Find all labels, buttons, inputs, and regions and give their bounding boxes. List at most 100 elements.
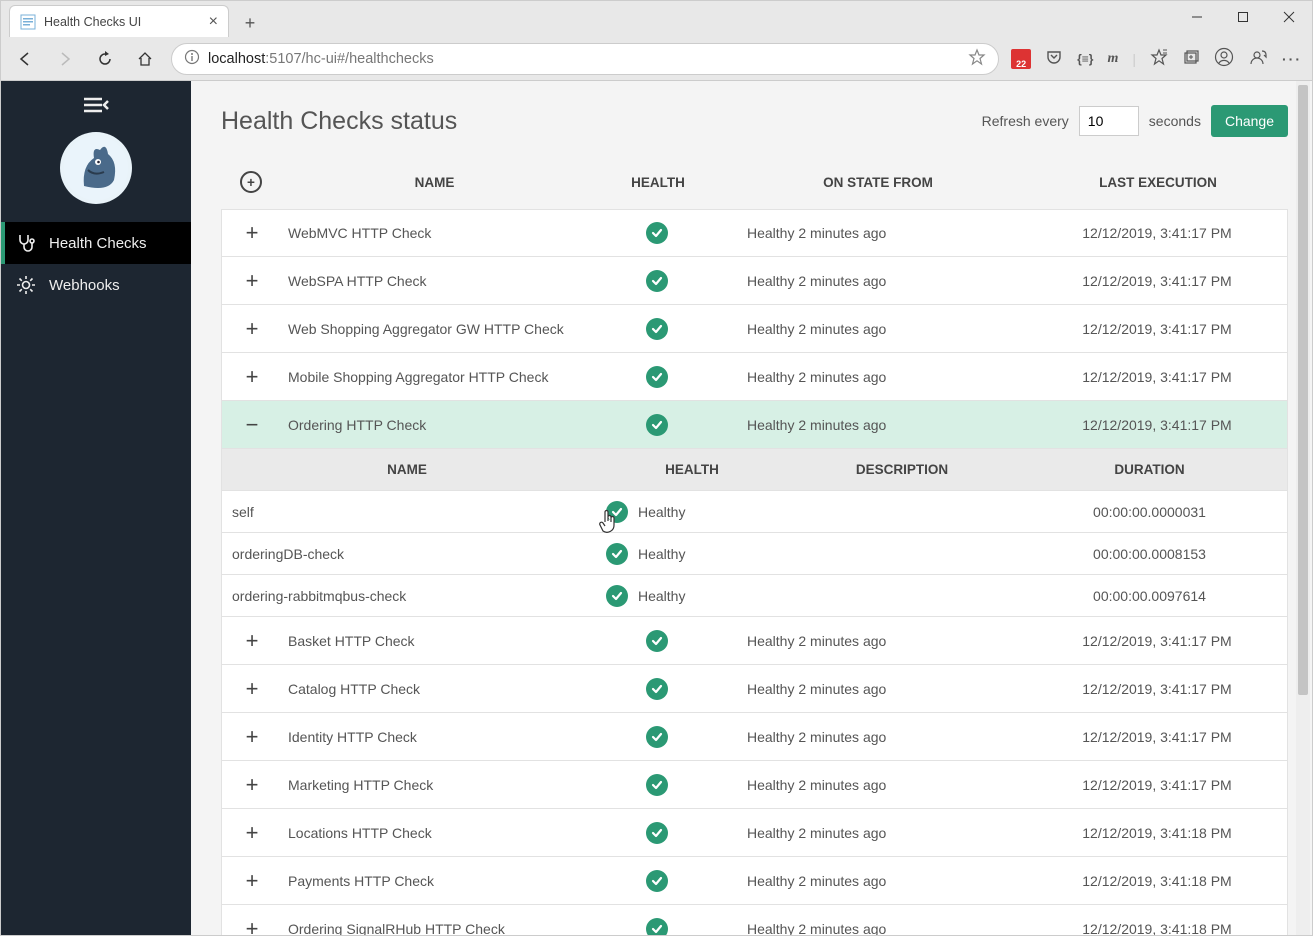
dth-name: NAME: [222, 462, 592, 477]
window-maximize-icon[interactable]: [1220, 1, 1266, 33]
feedback-icon[interactable]: [1248, 47, 1268, 70]
row-last-exec: 12/12/2019, 3:41:17 PM: [1027, 225, 1287, 241]
table-row[interactable]: −Ordering HTTP CheckHealthy 2 minutes ag…: [221, 401, 1288, 449]
health-check-icon: [606, 585, 628, 607]
row-state: Healthy 2 minutes ago: [727, 369, 1027, 385]
table-row[interactable]: +Identity HTTP CheckHealthy 2 minutes ag…: [221, 713, 1288, 761]
detail-duration: 00:00:00.0097614: [1012, 588, 1287, 604]
expand-icon[interactable]: +: [239, 628, 265, 654]
scrollbar[interactable]: [1296, 81, 1310, 935]
sidebar-item-label: Webhooks: [49, 277, 120, 294]
sidebar-item-health-checks[interactable]: Health Checks: [1, 222, 191, 264]
site-info-icon[interactable]: [184, 49, 200, 69]
health-check-icon: [646, 630, 668, 652]
row-state: Healthy 2 minutes ago: [727, 777, 1027, 793]
expand-icon[interactable]: +: [239, 772, 265, 798]
expand-icon[interactable]: +: [239, 268, 265, 294]
avatar: [1, 124, 191, 222]
health-check-icon: [646, 270, 668, 292]
pocket-icon[interactable]: [1045, 48, 1063, 69]
page-title: Health Checks status: [221, 107, 457, 136]
change-button[interactable]: Change: [1211, 105, 1288, 137]
expand-icon[interactable]: +: [239, 820, 265, 846]
expand-icon[interactable]: +: [239, 676, 265, 702]
table-row[interactable]: + Web Shopping Aggregator GW HTTP Check He…: [221, 305, 1288, 353]
table-row[interactable]: + Mobile Shopping Aggregator HTTP Check He…: [221, 353, 1288, 401]
row-last-exec: 12/12/2019, 3:41:18 PM: [1027, 873, 1287, 889]
th-last: LAST EXECUTION: [1028, 175, 1288, 190]
window-minimize-icon[interactable]: [1174, 1, 1220, 33]
table-row[interactable]: +Basket HTTP CheckHealthy 2 minutes ago1…: [221, 617, 1288, 665]
url-text: localhost:5107/hc-ui#/healthchecks: [208, 51, 434, 67]
expand-icon[interactable]: +: [239, 220, 265, 246]
app-viewport: Health Checks Webhooks Health Checks sta…: [1, 81, 1312, 935]
calendar-icon[interactable]: [1011, 49, 1031, 69]
favorites-icon[interactable]: [1150, 48, 1168, 69]
bookmark-star-icon[interactable]: [968, 48, 986, 70]
expand-icon[interactable]: +: [239, 868, 265, 894]
table-row[interactable]: +Ordering SignalRHub HTTP CheckHealthy 2…: [221, 905, 1288, 935]
table-row[interactable]: + WebMVC HTTP Check Healthy 2 minutes ago1…: [221, 209, 1288, 257]
health-check-icon: [646, 822, 668, 844]
row-state: Healthy 2 minutes ago: [727, 417, 1027, 433]
row-state: Healthy 2 minutes ago: [727, 273, 1027, 289]
nav-back-icon[interactable]: [11, 45, 39, 73]
row-name: WebMVC HTTP Check: [282, 225, 587, 241]
row-last-exec: 12/12/2019, 3:41:17 PM: [1027, 417, 1287, 433]
browser-tab[interactable]: Health Checks UI ×: [9, 5, 229, 37]
sidebar-item-webhooks[interactable]: Webhooks: [1, 264, 191, 306]
expand-icon[interactable]: +: [239, 364, 265, 390]
page-header: Health Checks status Refresh every secon…: [221, 105, 1288, 137]
row-last-exec: 12/12/2019, 3:41:17 PM: [1027, 777, 1287, 793]
row-name: Mobile Shopping Aggregator HTTP Check: [282, 369, 587, 385]
browser-titlebar: Health Checks UI × +: [1, 1, 1312, 37]
row-state: Healthy 2 minutes ago: [727, 681, 1027, 697]
th-health: HEALTH: [588, 175, 728, 190]
scrollbar-thumb[interactable]: [1298, 85, 1308, 695]
nav-home-icon[interactable]: [131, 45, 159, 73]
row-state: Healthy 2 minutes ago: [727, 321, 1027, 337]
table-row[interactable]: +WebSPA HTTP CheckHealthy 2 minutes ago1…: [221, 257, 1288, 305]
menu-toggle-icon[interactable]: [82, 95, 110, 118]
window-close-icon[interactable]: [1266, 1, 1312, 33]
refresh-interval-input[interactable]: [1079, 106, 1139, 136]
detail-row: orderingDB-checkHealthy00:00:00.0008153: [221, 533, 1288, 575]
gear-icon: [15, 274, 37, 296]
row-name: Payments HTTP Check: [282, 873, 587, 889]
more-menu-icon[interactable]: ···: [1282, 51, 1302, 67]
detail-header: NAMEHEALTHDESCRIPTIONDURATION: [221, 449, 1288, 491]
collections-icon[interactable]: [1182, 48, 1200, 69]
refresh-label-after: seconds: [1149, 113, 1201, 129]
expand-icon[interactable]: +: [239, 724, 265, 750]
table-row[interactable]: +Locations HTTP CheckHealthy 2 minutes a…: [221, 809, 1288, 857]
expand-icon[interactable]: +: [239, 916, 265, 936]
braces-icon[interactable]: {≡}: [1077, 52, 1093, 66]
expand-all-icon[interactable]: +: [240, 171, 262, 193]
stethoscope-icon: [15, 232, 37, 254]
health-checks-table: + NAME HEALTH ON STATE FROM LAST EXECUTI…: [221, 161, 1288, 935]
table-header: + NAME HEALTH ON STATE FROM LAST EXECUTI…: [221, 161, 1288, 209]
detail-name: self: [222, 504, 592, 520]
nav-refresh-icon[interactable]: [91, 45, 119, 73]
m-extension-icon[interactable]: m: [1107, 51, 1118, 67]
address-bar[interactable]: localhost:5107/hc-ui#/healthchecks: [171, 43, 999, 75]
row-last-exec: 12/12/2019, 3:41:17 PM: [1027, 633, 1287, 649]
row-state: Healthy 2 minutes ago: [727, 225, 1027, 241]
tab-close-icon[interactable]: ×: [209, 13, 218, 31]
row-name: Web Shopping Aggregator GW HTTP Check: [282, 321, 587, 337]
expand-icon[interactable]: +: [239, 316, 265, 342]
toolbar-extensions: {≡} m | ···: [1011, 47, 1302, 70]
detail-health: Healthy: [592, 585, 792, 607]
row-state: Healthy 2 minutes ago: [727, 873, 1027, 889]
tab-strip: Health Checks UI × +: [1, 1, 265, 37]
new-tab-button[interactable]: +: [235, 9, 265, 37]
table-row[interactable]: +Marketing HTTP CheckHealthy 2 minutes a…: [221, 761, 1288, 809]
table-row[interactable]: + Payments HTTP Check Healthy 2 minutes ag…: [221, 857, 1288, 905]
dth-description: DESCRIPTION: [792, 462, 1012, 477]
row-last-exec: 12/12/2019, 3:41:17 PM: [1027, 321, 1287, 337]
refresh-label-before: Refresh every: [982, 113, 1069, 129]
profile-icon[interactable]: [1214, 47, 1234, 70]
row-state: Healthy 2 minutes ago: [727, 825, 1027, 841]
collapse-icon[interactable]: −: [239, 412, 265, 438]
table-row[interactable]: +Catalog HTTP CheckHealthy 2 minutes ago…: [221, 665, 1288, 713]
